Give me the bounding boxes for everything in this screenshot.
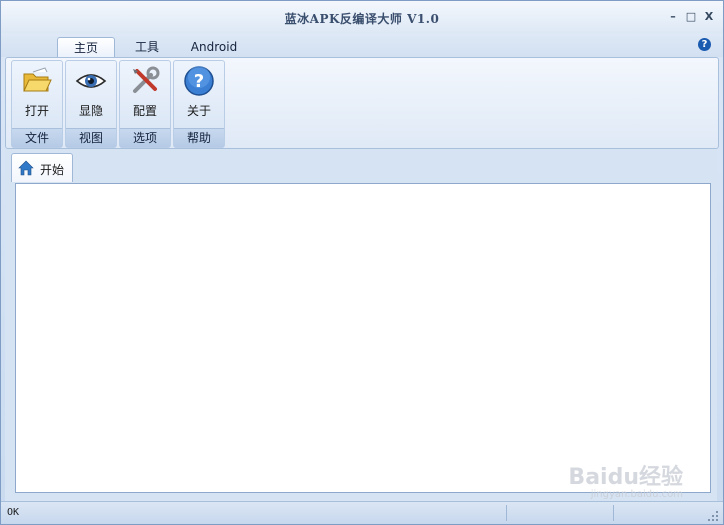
- status-divider: [506, 505, 507, 521]
- tab-tools[interactable]: 工具: [123, 37, 171, 57]
- status-text: OK: [7, 507, 20, 518]
- about-button-label: 关于: [186, 104, 211, 118]
- home-icon: [18, 160, 34, 176]
- tab-android[interactable]: Android: [181, 37, 247, 57]
- help-icon[interactable]: ?: [698, 38, 711, 51]
- window-title: 蓝冰APK反编译大师 V1.0: [284, 12, 440, 26]
- open-folder-icon: [23, 67, 52, 92]
- group-help-label: 帮助: [174, 128, 224, 147]
- group-options-label: 选项: [120, 128, 170, 147]
- toggle-visibility-button[interactable]: 显隐: [66, 61, 116, 125]
- app-window: 蓝冰APK反编译大师 V1.0 – □ X 主页 工具 Android ? 打开…: [0, 0, 724, 525]
- svg-text:?: ?: [194, 71, 204, 92]
- status-divider: [613, 505, 614, 521]
- eye-icon: [75, 74, 107, 88]
- help-icon: ?: [184, 66, 214, 96]
- tools-icon: [133, 66, 160, 93]
- watermark-logo: Baidu经验: [568, 465, 683, 490]
- group-file-label: 文件: [12, 128, 62, 147]
- group-options: 配置 选项: [119, 60, 171, 148]
- group-view-label: 视图: [66, 128, 116, 147]
- about-button[interactable]: ? 关于: [174, 61, 224, 125]
- watermark-url: jingyan.baidu.com: [590, 489, 683, 500]
- group-help: ? 关于 帮助: [173, 60, 225, 148]
- status-bar: OK: [1, 501, 723, 524]
- content-panel[interactable]: [15, 183, 711, 493]
- title-bar[interactable]: 蓝冰APK反编译大师 V1.0 – □ X: [1, 1, 723, 33]
- toggle-visibility-label: 显隐: [78, 104, 103, 118]
- maximize-button[interactable]: □: [685, 9, 697, 23]
- open-button-label: 打开: [24, 104, 49, 118]
- ribbon-tab-row: 主页 工具 Android: [1, 33, 723, 58]
- close-button[interactable]: X: [703, 9, 715, 23]
- resize-grip-icon[interactable]: [707, 510, 719, 522]
- config-button[interactable]: 配置: [120, 61, 170, 125]
- tab-start[interactable]: 开始: [11, 153, 73, 182]
- tab-start-label: 开始: [40, 163, 65, 177]
- group-file: 打开 文件: [11, 60, 63, 148]
- config-button-label: 配置: [132, 104, 157, 118]
- ribbon-panel: 打开 文件 显隐 视图 配置 选项 ? 关于 帮助: [5, 57, 719, 149]
- open-button[interactable]: 打开: [12, 61, 62, 125]
- group-view: 显隐 视图: [65, 60, 117, 148]
- window-controls: – □ X: [667, 9, 715, 23]
- tab-home[interactable]: 主页: [57, 37, 115, 58]
- minimize-button[interactable]: –: [667, 9, 679, 23]
